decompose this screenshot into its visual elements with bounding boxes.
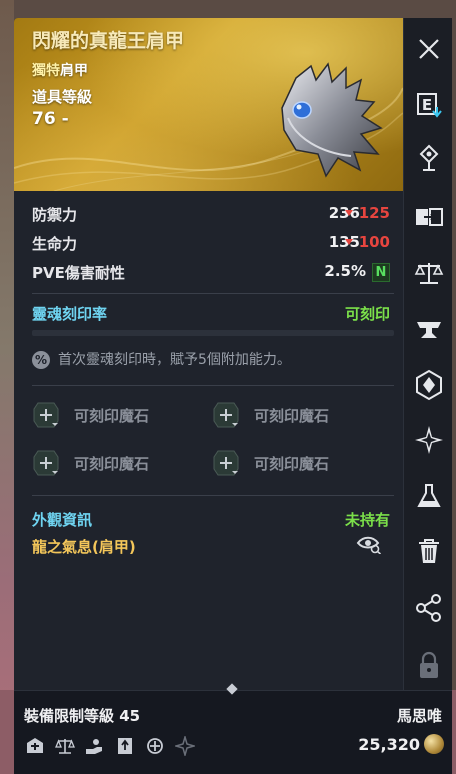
appearance-name: 龍之氣息(肩甲) [32, 538, 136, 556]
empty-gem-slot-icon [213, 402, 239, 428]
item-quality: 獨特 [32, 63, 60, 79]
stat-label: PVE傷害耐性 [32, 264, 125, 282]
stat-row-pve-resist: PVE傷害耐性 2.5% N [32, 262, 390, 284]
equip-level-restriction: 裝備限制等級 45 [24, 707, 141, 725]
market-price-button[interactable] [404, 251, 452, 295]
share-icon [415, 594, 441, 622]
pin-button[interactable] [404, 136, 452, 180]
star-compass-icon [174, 735, 196, 757]
empty-gem-slot-icon [213, 450, 239, 476]
stat-row-hp: 生命力 135 100 [32, 233, 390, 255]
equip-compare-button[interactable]: E [404, 83, 452, 127]
item-level-label: 道具等級 [32, 88, 93, 106]
svg-text:E: E [421, 96, 431, 114]
preview-eye-icon[interactable] [356, 534, 382, 554]
stat-diff: 125 [344, 204, 390, 222]
share-button[interactable] [404, 586, 452, 630]
scale-icon [414, 263, 443, 284]
swap-button[interactable] [404, 195, 452, 239]
swap-icon [415, 208, 443, 226]
percent-icon: % [32, 351, 50, 369]
lock-button[interactable] [404, 643, 452, 687]
stat-row-defense: 防禦力 236 125 [32, 204, 390, 226]
discard-button[interactable] [404, 529, 452, 573]
item-quality-type: 獨特肩甲 [32, 60, 88, 80]
expand-arrow-icon[interactable] [226, 683, 238, 695]
magic-stone-slot[interactable]: 可刻印魔石 [32, 449, 202, 477]
close-button[interactable] [404, 27, 452, 71]
stat-diff: 100 [344, 233, 390, 251]
stat-label: 生命力 [32, 235, 78, 253]
hand-give-icon [84, 735, 106, 757]
stat-label: 防禦力 [32, 206, 78, 224]
divider [32, 385, 394, 386]
gold-coin-icon [424, 734, 444, 754]
item-level-value: 76 - [32, 109, 69, 129]
tooltip-footer: 裝備限制等級 45 馬思唯 25,320 [14, 683, 452, 774]
pin-icon [419, 144, 438, 171]
magic-stone-slot[interactable]: 可刻印魔石 [212, 401, 382, 429]
anvil-icon [416, 322, 441, 338]
decrease-arrow-icon [344, 238, 353, 245]
empty-gem-slot-icon [33, 450, 59, 476]
magic-stone-slot[interactable]: 可刻印魔石 [212, 449, 382, 477]
trade-scale-icon [54, 735, 76, 757]
new-badge: N [372, 263, 390, 282]
slot-label: 可刻印魔石 [74, 455, 150, 473]
book-icon [114, 735, 136, 757]
enchant-icon [415, 369, 442, 401]
engrave-button[interactable] [404, 363, 452, 407]
target-icon [144, 735, 166, 757]
item-slot-type: 肩甲 [60, 63, 88, 79]
trade-flags [24, 735, 196, 757]
slot-label: 可刻印魔石 [74, 407, 150, 425]
slot-label: 可刻印魔石 [254, 407, 330, 425]
shoulder-armor-icon [281, 62, 383, 178]
soul-engrave-label: 靈魂刻印率 [32, 305, 108, 323]
sparkle-icon [414, 426, 443, 454]
slot-label: 可刻印魔石 [254, 455, 330, 473]
magic-stone-slot[interactable]: 可刻印魔石 [32, 401, 202, 429]
soul-engrave-note: % 首次靈魂刻印時，賦予5個附加能力。 [32, 349, 291, 369]
lock-icon [419, 651, 438, 678]
soul-engrave-bar [32, 330, 394, 336]
trash-icon [418, 539, 439, 563]
stat-value: 2.5% [324, 262, 366, 280]
close-icon [418, 39, 439, 59]
extract-button[interactable] [404, 474, 452, 518]
sparkle-button[interactable] [404, 418, 452, 462]
seller-name: 馬思唯 [396, 707, 442, 725]
empty-gem-slot-icon [33, 402, 59, 428]
item-name: 閃耀的真龍王肩甲 [32, 30, 185, 52]
tooltip-action-sidebar: E [403, 18, 452, 698]
appearance-status: 未持有 [344, 511, 390, 529]
flask-icon [416, 484, 441, 507]
appearance-label: 外觀資訊 [32, 511, 93, 529]
item-header: 閃耀的真龍王肩甲 獨特肩甲 道具等級 76 - [14, 18, 403, 191]
decrease-arrow-icon [344, 209, 353, 216]
background-strip [0, 0, 14, 774]
divider [32, 293, 394, 294]
enhance-button[interactable] [404, 308, 452, 352]
soul-engrave-status: 可刻印 [344, 305, 390, 323]
storage-icon [24, 735, 46, 757]
divider [32, 495, 394, 496]
item-tooltip-panel: 閃耀的真龍王肩甲 獨特肩甲 道具等級 76 - 防禦力 236 125 生命力 [14, 18, 452, 774]
equip-compare-icon: E [416, 93, 442, 118]
price-value: 25,320 [358, 735, 420, 754]
